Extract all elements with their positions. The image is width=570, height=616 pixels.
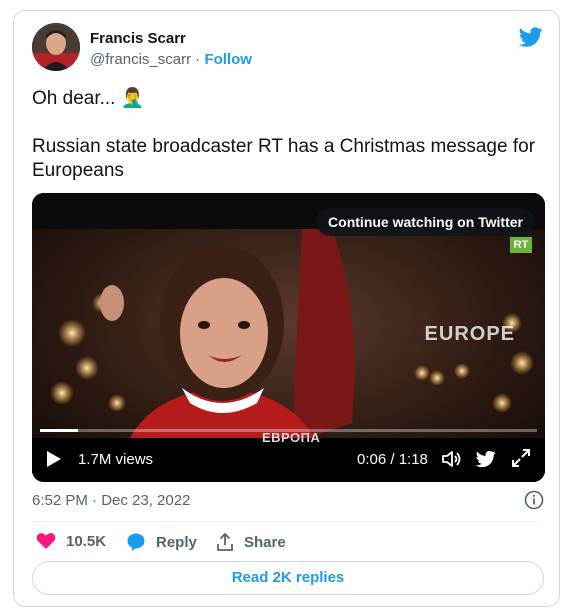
twitter-bird-small-icon[interactable]: [476, 449, 496, 469]
follow-button[interactable]: Follow: [204, 51, 252, 68]
author-handle[interactable]: @francis_scarr: [90, 51, 191, 68]
avatar-photo: [32, 23, 80, 71]
tweet-timestamp[interactable]: 6:52 PM · Dec 23, 2022: [32, 492, 190, 509]
video-overlay-label: EUROPE: [424, 323, 515, 345]
rt-channel-badge: RT: [510, 237, 532, 253]
read-replies-button[interactable]: Read 2K replies: [32, 561, 544, 595]
fullscreen-icon[interactable]: [511, 448, 531, 468]
video-subtitle: ЕВРОПА: [262, 430, 321, 445]
share-icon: [217, 532, 233, 551]
separator: ·: [195, 51, 201, 68]
divider: [32, 521, 543, 522]
heart-icon: [36, 533, 56, 549]
video-views: 1.7M views: [78, 451, 154, 468]
video-controls: ЕВРОПА 1.7M views 0:06 / 1:18: [32, 430, 545, 482]
video-time: 0:06 / 1:18: [357, 451, 428, 468]
tweet-text-line2: Russian state broadcaster RT has a Chris…: [32, 136, 536, 181]
like-count: 10.5K: [66, 532, 107, 550]
continue-watching-button[interactable]: Continue watching on Twitter: [316, 208, 535, 236]
info-icon[interactable]: [524, 490, 544, 510]
reply-button[interactable]: Reply: [126, 532, 197, 552]
avatar[interactable]: [32, 23, 80, 71]
reply-bubble-icon: [127, 533, 145, 551]
tweet-text-line1: Oh dear... 🤦‍♂️: [32, 88, 145, 109]
video-progress-fill: [40, 429, 79, 432]
volume-icon[interactable]: [440, 448, 462, 470]
share-label: Share: [244, 533, 286, 551]
author-name[interactable]: Francis Scarr: [90, 30, 186, 47]
reply-label: Reply: [156, 533, 197, 551]
play-icon[interactable]: [46, 450, 62, 468]
tweet-card[interactable]: Francis Scarr @francis_scarr · Follow Oh…: [13, 10, 560, 607]
video-player[interactable]: Continue watching on Twitter RT EUROPE Е…: [32, 193, 545, 482]
twitter-bird-icon[interactable]: [519, 25, 543, 49]
share-button[interactable]: Share: [216, 532, 286, 552]
like-button[interactable]: 10.5K: [36, 532, 106, 550]
author-handle-row: @francis_scarr · Follow: [90, 51, 252, 68]
